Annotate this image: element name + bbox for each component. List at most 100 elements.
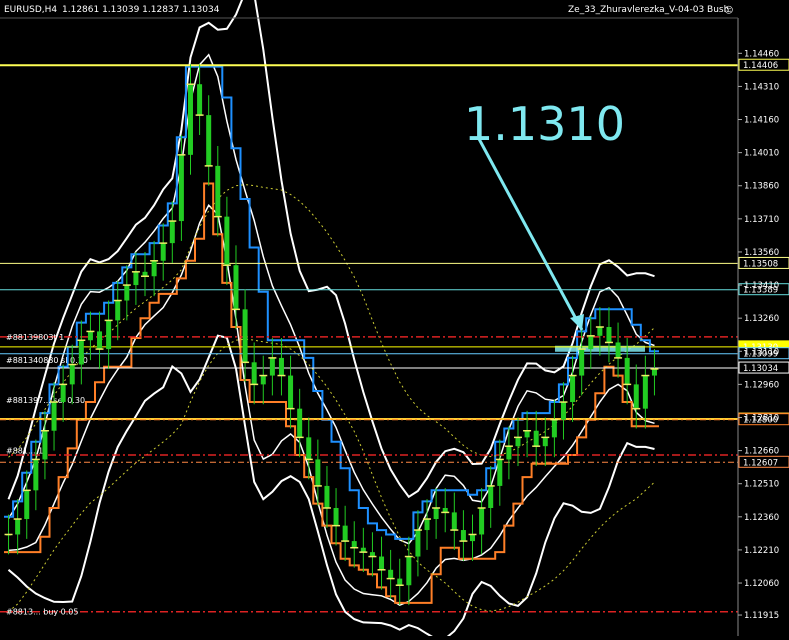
candle-body — [160, 243, 166, 261]
candle-body — [151, 260, 157, 277]
price-level-label: 1.14406 — [743, 61, 778, 71]
candle-body — [406, 556, 412, 586]
candle-body — [42, 430, 48, 460]
candle-body — [260, 375, 266, 385]
order-line-label: #881340830 sl 0.10 — [6, 356, 88, 365]
candle-body — [187, 84, 193, 155]
y-tick-label: 1.12510 — [744, 480, 779, 490]
candle-body — [642, 375, 648, 409]
y-tick-label: 1.12360 — [744, 513, 779, 523]
candle-body — [288, 375, 294, 409]
candle-body — [342, 525, 348, 542]
price-chart[interactable]: 1.144061.135081.133891.131301.130991.130… — [0, 0, 789, 640]
candle-body — [169, 221, 175, 244]
candle-body — [251, 362, 257, 385]
candle-body — [215, 165, 221, 217]
candle-body — [515, 437, 521, 447]
candle-body — [470, 534, 476, 542]
y-tick-label: 1.12210 — [744, 546, 779, 556]
candle-body — [524, 430, 530, 438]
order-line-label: #8813... buy 0.05 — [6, 608, 78, 617]
y-tick-label: 1.12660 — [744, 447, 779, 457]
symbol-label: EURUSD,H4 — [4, 5, 57, 15]
y-tick-label: 1.13710 — [744, 215, 779, 225]
candle-body — [51, 402, 57, 431]
candle-body — [424, 519, 430, 531]
y-tick-label: 1.14460 — [744, 49, 779, 59]
candle-body — [133, 271, 139, 286]
y-tick-label: 1.13110 — [744, 347, 779, 357]
y-tick-label: 1.13860 — [744, 182, 779, 192]
order-line-label: #881... 1 — [6, 447, 43, 456]
candle-body — [597, 327, 603, 336]
y-tick-label: 1.12960 — [744, 380, 779, 390]
candle-body — [115, 300, 121, 321]
candle-body — [178, 154, 184, 222]
y-tick-label: 1.11915 — [744, 611, 779, 621]
candle-body — [87, 331, 93, 341]
chart-canvas[interactable]: 1.144061.135081.133891.131301.130991.130… — [0, 0, 789, 640]
candle-body — [479, 507, 485, 535]
y-tick-label: 1.13260 — [744, 314, 779, 324]
candle-body — [451, 512, 457, 531]
candle-body — [351, 541, 357, 548]
ohlc-label: 1.12861 1.13039 1.12837 1.13034 — [62, 5, 220, 15]
candle-body — [106, 320, 112, 350]
candle-body — [433, 507, 439, 520]
candle-body — [297, 408, 303, 438]
candle-body — [78, 340, 84, 365]
candle-body — [397, 578, 403, 586]
candle-body — [606, 327, 612, 343]
candle-body — [379, 556, 385, 570]
y-tick-label: 1.14010 — [744, 149, 779, 159]
y-tick-label: 1.13560 — [744, 248, 779, 258]
candle-body — [633, 384, 639, 409]
order-line-label: #88139803t 1 — [6, 333, 64, 342]
candle-body — [488, 485, 494, 508]
y-tick-label: 1.14310 — [744, 82, 779, 92]
candle-body — [542, 437, 548, 447]
y-tick-label: 1.12060 — [744, 579, 779, 589]
smiley-icon[interactable]: ☺ — [724, 5, 733, 16]
candle-body — [588, 335, 594, 350]
candle-body — [579, 349, 585, 376]
candle-body — [415, 530, 421, 557]
order-line-label: #881397... sel 0.30 — [6, 396, 85, 405]
candle-body — [197, 84, 203, 116]
candle-body — [460, 530, 466, 542]
price-level-label: 1.13508 — [743, 259, 778, 269]
candle-body — [124, 285, 130, 301]
candle-body — [533, 430, 539, 447]
indicator-label: Ze_33_Zhuravlerezka_V-04-03 Bush — [568, 5, 729, 15]
candle-body — [388, 569, 394, 579]
candle-body — [15, 519, 21, 535]
candle-body — [570, 375, 576, 403]
candle-body — [315, 459, 321, 486]
price-level-label: 1.12607 — [743, 458, 778, 468]
price-level-label: 1.13034 — [743, 364, 778, 374]
candle-body — [615, 342, 621, 358]
candle-body — [278, 357, 284, 376]
candle-body — [560, 402, 566, 420]
candle-body — [506, 446, 512, 460]
candle-body — [206, 115, 212, 166]
candle-body — [624, 357, 630, 385]
annotation-price: 1.1310 — [464, 97, 625, 151]
candle-body — [324, 485, 330, 508]
candle-body — [60, 384, 66, 403]
candle-body — [306, 437, 312, 460]
candle-body — [33, 459, 39, 491]
candle-body — [97, 331, 103, 350]
candle-body — [651, 368, 657, 376]
y-tick-label: 1.12810 — [744, 413, 779, 423]
candle-body — [333, 507, 339, 526]
candle-body — [224, 216, 230, 266]
candle-body — [551, 419, 557, 438]
candle-body — [69, 364, 75, 385]
candle-body — [269, 357, 275, 376]
candle-body — [242, 309, 248, 363]
candle-body — [497, 459, 503, 486]
candle-body — [24, 490, 30, 520]
candle-body — [233, 265, 239, 310]
y-tick-label: 1.13410 — [744, 281, 779, 291]
